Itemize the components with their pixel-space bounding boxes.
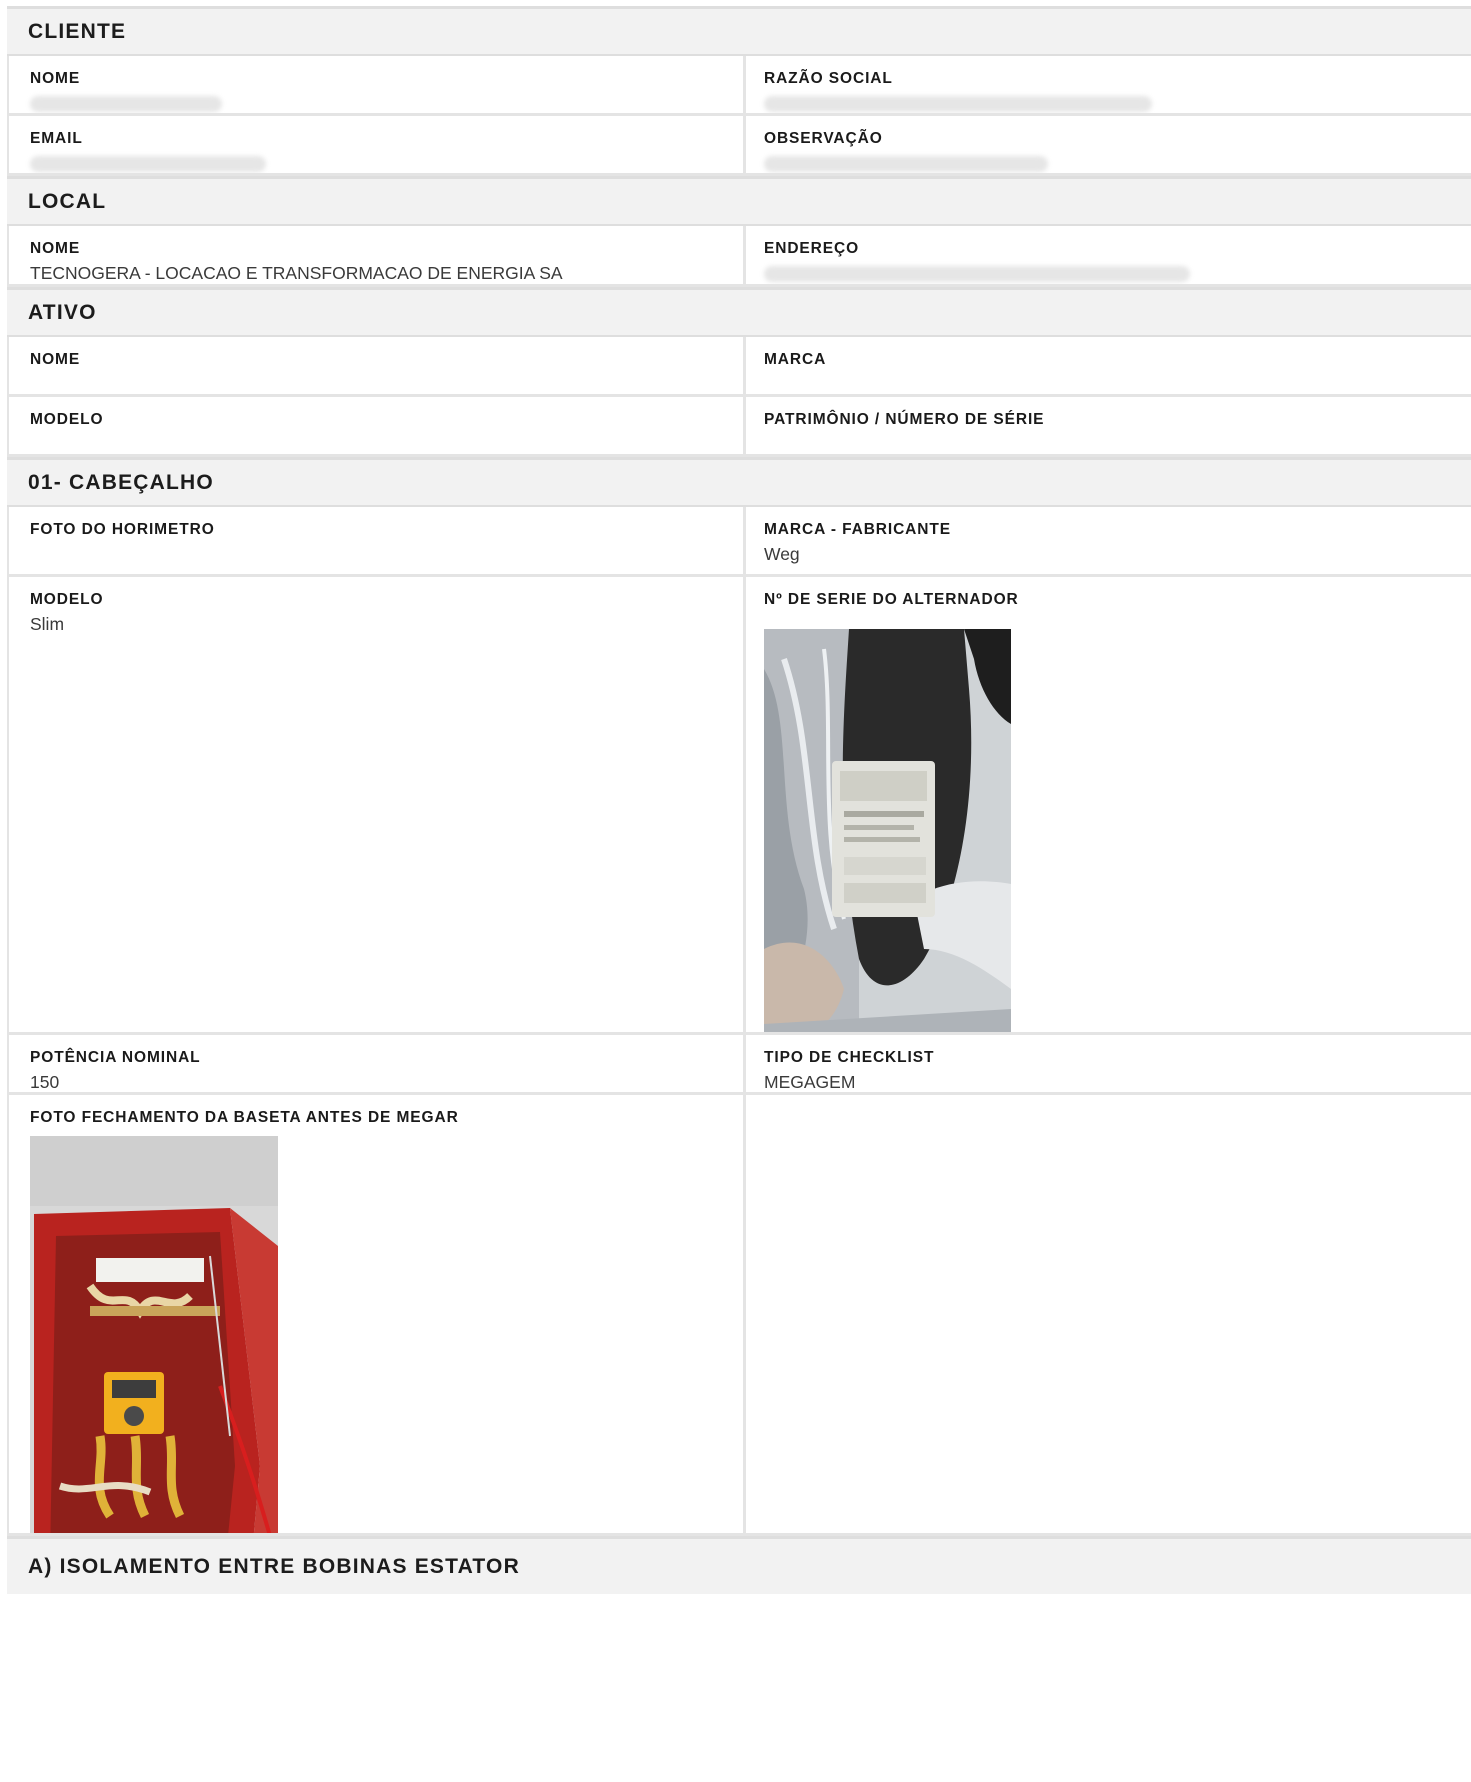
- redacted-value: [764, 96, 1152, 112]
- field-value: TECNOGERA - LOCACAO E TRANSFORMACAO DE E…: [30, 263, 563, 283]
- field-label: MARCA: [764, 351, 827, 368]
- section-header-cabecalho: 01- CABEÇALHO: [7, 457, 1471, 507]
- field-ativo-nome: NOME: [7, 337, 743, 394]
- field-marca-fabricante: MARCA - FABRICANTE Weg: [743, 507, 1471, 574]
- field-endereco: ENDEREÇO: [743, 226, 1471, 284]
- row-potencia-tipo: POTÊNCIA NOMINAL 150 TIPO DE CHECKLIST M…: [7, 1035, 1471, 1095]
- field-label: NOME: [30, 240, 81, 257]
- field-label: POTÊNCIA NOMINAL: [30, 1049, 201, 1066]
- section-title: A) ISOLAMENTO ENTRE BOBINAS ESTATOR: [28, 1554, 520, 1578]
- section-header-isolamento: A) ISOLAMENTO ENTRE BOBINAS ESTATOR: [7, 1536, 1471, 1594]
- field-email: EMAIL: [7, 116, 743, 173]
- section-header-ativo: ATIVO: [7, 287, 1471, 337]
- nameplate-photo[interactable]: [764, 629, 1011, 1032]
- field-value: MEGAGEM: [764, 1072, 856, 1092]
- field-foto-horimetro: FOTO DO HORIMETRO: [7, 507, 743, 574]
- row-modelo-serie: MODELO Slim Nº DE SERIE DO ALTERNADOR: [7, 577, 1471, 1035]
- field-label: MARCA - FABRICANTE: [764, 521, 951, 538]
- checklist-report: CLIENTE NOME RAZÃO SOCIAL EMAIL OBSERVAÇ…: [7, 6, 1471, 1594]
- section-header-local: LOCAL: [7, 176, 1471, 226]
- field-value: Slim: [30, 614, 65, 634]
- field-value: Weg: [764, 544, 800, 564]
- row-ativo-nome: NOME MARCA: [7, 337, 1471, 397]
- field-value: 150: [30, 1072, 60, 1092]
- field-label: TIPO DE CHECKLIST: [764, 1049, 935, 1066]
- field-cliente-nome: NOME: [7, 56, 743, 113]
- row-ativo-modelo: MODELO PATRIMÔNIO / NÚMERO DE SÉRIE: [7, 397, 1471, 457]
- redacted-value: [30, 96, 222, 112]
- field-label: NOME: [30, 351, 81, 368]
- field-ativo-marca: MARCA: [743, 337, 1471, 394]
- field-razao-social: RAZÃO SOCIAL: [743, 56, 1471, 113]
- field-label: NOME: [30, 70, 81, 87]
- field-label: ENDEREÇO: [764, 240, 860, 257]
- section-title: 01- CABEÇALHO: [28, 470, 214, 494]
- field-label: MODELO: [30, 411, 104, 428]
- terminal-box-photo[interactable]: [30, 1136, 278, 1533]
- field-label: RAZÃO SOCIAL: [764, 70, 893, 87]
- section-title: ATIVO: [28, 300, 97, 324]
- field-label: OBSERVAÇÃO: [764, 130, 883, 147]
- field-potencia-nominal: POTÊNCIA NOMINAL 150: [7, 1035, 743, 1092]
- section-title: LOCAL: [28, 189, 107, 213]
- field-serie-alternador: Nº DE SERIE DO ALTERNADOR: [743, 577, 1471, 1032]
- field-label: FOTO DO HORIMETRO: [30, 521, 215, 538]
- section-title: CLIENTE: [28, 19, 127, 43]
- empty-cell: [743, 1095, 1471, 1533]
- row-cliente-email: EMAIL OBSERVAÇÃO: [7, 116, 1471, 176]
- field-label: MODELO: [30, 591, 104, 608]
- field-local-nome: NOME TECNOGERA - LOCACAO E TRANSFORMACAO…: [7, 226, 743, 284]
- field-label: EMAIL: [30, 130, 83, 147]
- field-patrimonio: PATRIMÔNIO / NÚMERO DE SÉRIE: [743, 397, 1471, 454]
- redacted-value: [30, 156, 266, 172]
- field-label: Nº DE SERIE DO ALTERNADOR: [764, 591, 1019, 608]
- field-tipo-checklist: TIPO DE CHECKLIST MEGAGEM: [743, 1035, 1471, 1092]
- row-local: NOME TECNOGERA - LOCACAO E TRANSFORMACAO…: [7, 226, 1471, 287]
- row-horimetro: FOTO DO HORIMETRO MARCA - FABRICANTE Weg: [7, 507, 1471, 577]
- redacted-value: [764, 156, 1048, 172]
- field-observacao: OBSERVAÇÃO: [743, 116, 1471, 173]
- redacted-value: [764, 266, 1190, 282]
- section-header-cliente: CLIENTE: [7, 6, 1471, 56]
- row-cliente-nome: NOME RAZÃO SOCIAL: [7, 56, 1471, 116]
- field-label: FOTO FECHAMENTO DA BASETA ANTES DE MEGAR: [30, 1109, 459, 1126]
- row-foto-baseta: FOTO FECHAMENTO DA BASETA ANTES DE MEGAR: [7, 1095, 1471, 1536]
- field-ativo-modelo: MODELO: [7, 397, 743, 454]
- field-modelo: MODELO Slim: [7, 577, 743, 1032]
- field-foto-baseta: FOTO FECHAMENTO DA BASETA ANTES DE MEGAR: [7, 1095, 743, 1533]
- field-label: PATRIMÔNIO / NÚMERO DE SÉRIE: [764, 411, 1045, 428]
